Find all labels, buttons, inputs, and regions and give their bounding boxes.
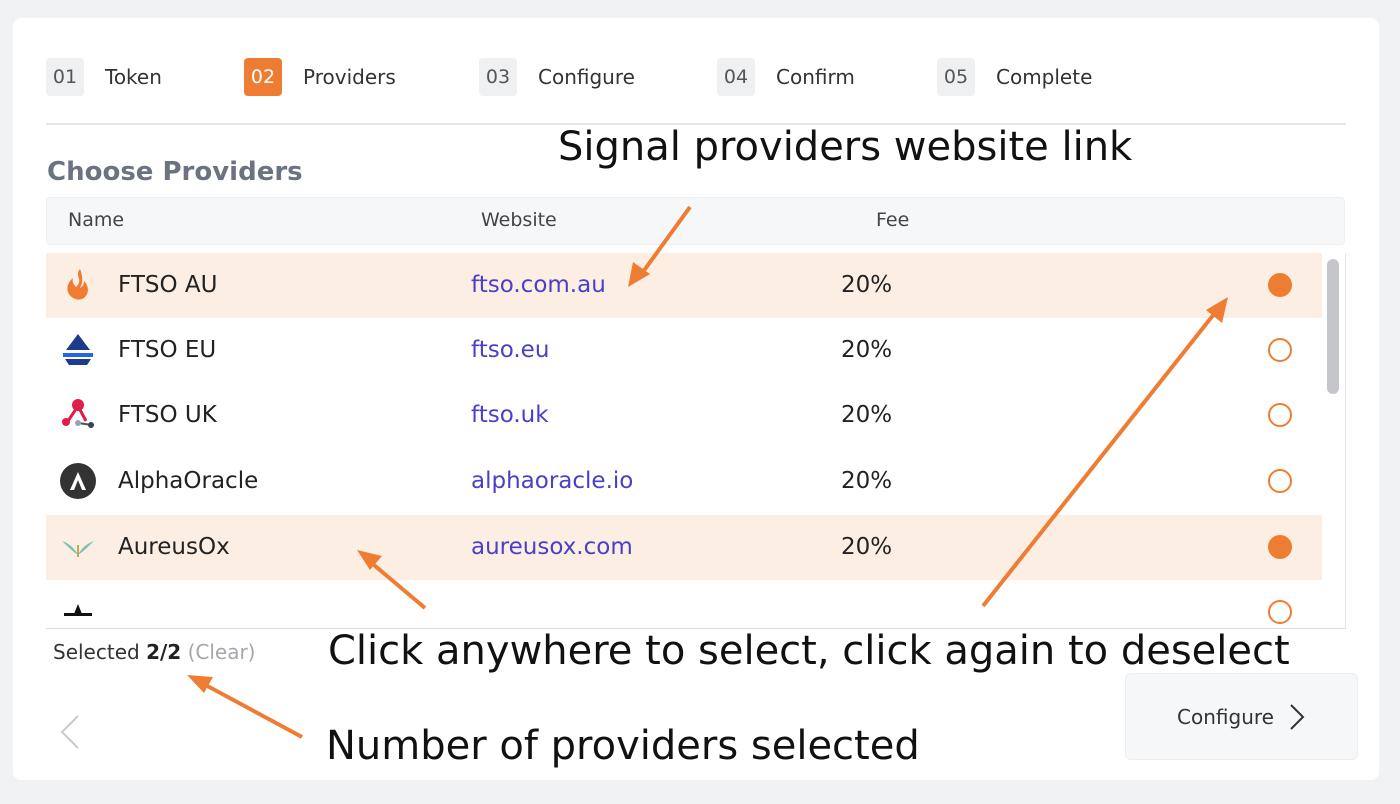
step-number: 03 — [479, 58, 517, 96]
provider-name: AlphaOracle — [118, 468, 259, 494]
provider-website-link[interactable]: aureusox.com — [471, 534, 633, 560]
column-header-fee: Fee — [876, 209, 910, 231]
provider-name: FTSO EU — [118, 337, 217, 363]
provider-row[interactable]: AureusOx aureusox.com 20% — [46, 515, 1322, 580]
selected-prefix: Selected — [53, 640, 140, 664]
stepper: 01 Token 02 Providers 03 Configure 04 Co… — [46, 57, 1346, 97]
step-number: 04 — [717, 58, 755, 96]
select-radio[interactable] — [1268, 403, 1292, 427]
network-nodes-icon — [62, 399, 94, 428]
provider-website-link[interactable]: alphaoracle.io — [471, 468, 633, 494]
select-radio[interactable] — [1268, 535, 1292, 559]
step-providers[interactable]: 02 Providers — [244, 57, 396, 97]
step-label: Providers — [303, 65, 396, 89]
configure-button-label: Configure — [1177, 704, 1274, 729]
provider-row-partial[interactable] — [46, 580, 1322, 628]
provider-row[interactable]: AlphaOracle alphaoracle.io 20% — [46, 449, 1322, 514]
step-number: 05 — [937, 58, 975, 96]
provider-website-link[interactable]: ftso.uk — [471, 402, 549, 428]
provider-name: FTSO UK — [118, 402, 217, 428]
flame-icon — [67, 269, 88, 300]
wings-icon — [62, 541, 94, 557]
provider-row[interactable]: FTSO UK ftso.uk 20% — [46, 383, 1322, 448]
select-radio[interactable] — [1268, 469, 1292, 493]
provider-name: AureusOx — [118, 534, 230, 560]
select-radio[interactable] — [1268, 600, 1292, 624]
provider-fee: 20% — [841, 534, 893, 560]
column-header-name: Name — [68, 209, 125, 231]
step-label: Confirm — [776, 65, 855, 89]
scrollbar-thumb[interactable] — [1327, 259, 1339, 394]
step-confirm[interactable]: 04 Confirm — [717, 57, 855, 97]
sailboat-icon — [63, 334, 93, 365]
list-scrollbar[interactable] — [1326, 259, 1340, 595]
provider-fee: 20% — [841, 402, 893, 428]
chevron-right-icon — [1290, 703, 1305, 730]
providers-list[interactable]: FTSO AU ftso.com.au 20% FTSO EU ftso.eu … — [46, 253, 1346, 629]
selected-count: Selected 2/2 (Clear) — [53, 640, 255, 664]
step-complete[interactable]: 05 Complete — [937, 57, 1092, 97]
provider-name: FTSO AU — [118, 272, 218, 298]
provider-row[interactable]: FTSO AU ftso.com.au 20% — [46, 253, 1322, 318]
back-button[interactable] — [52, 710, 92, 754]
step-number: 01 — [46, 58, 84, 96]
configure-button[interactable]: Configure — [1125, 673, 1358, 760]
step-configure[interactable]: 03 Configure — [479, 57, 635, 97]
clear-selection-link[interactable]: (Clear) — [188, 640, 256, 664]
chevron-left-icon — [60, 715, 79, 749]
select-radio[interactable] — [1268, 273, 1292, 297]
provider-fee: 20% — [841, 468, 893, 494]
column-header-website: Website — [481, 209, 557, 231]
step-number: 02 — [244, 58, 282, 96]
annotation-number-selected: Number of providers selected — [326, 723, 920, 769]
alpha-logo-icon — [60, 463, 96, 499]
select-radio[interactable] — [1268, 338, 1292, 362]
step-label: Token — [105, 65, 162, 89]
provider-row[interactable]: FTSO EU ftso.eu 20% — [46, 318, 1322, 383]
provider-fee: 20% — [841, 337, 893, 363]
provider-fee: 20% — [841, 272, 893, 298]
selected-value: 2/2 — [146, 640, 182, 664]
step-token[interactable]: 01 Token — [46, 57, 162, 97]
table-header: Name Website Fee — [46, 197, 1345, 245]
provider-website-link[interactable]: ftso.com.au — [471, 272, 606, 298]
annotation-website-link: Signal providers website link — [558, 124, 1133, 170]
provider-website-link[interactable]: ftso.eu — [471, 337, 549, 363]
annotation-click-select: Click anywhere to select, click again to… — [328, 628, 1290, 674]
section-title: Choose Providers — [47, 157, 303, 187]
provider-logo-icon — [64, 604, 92, 616]
step-label: Complete — [996, 65, 1093, 89]
step-label: Configure — [538, 65, 635, 89]
